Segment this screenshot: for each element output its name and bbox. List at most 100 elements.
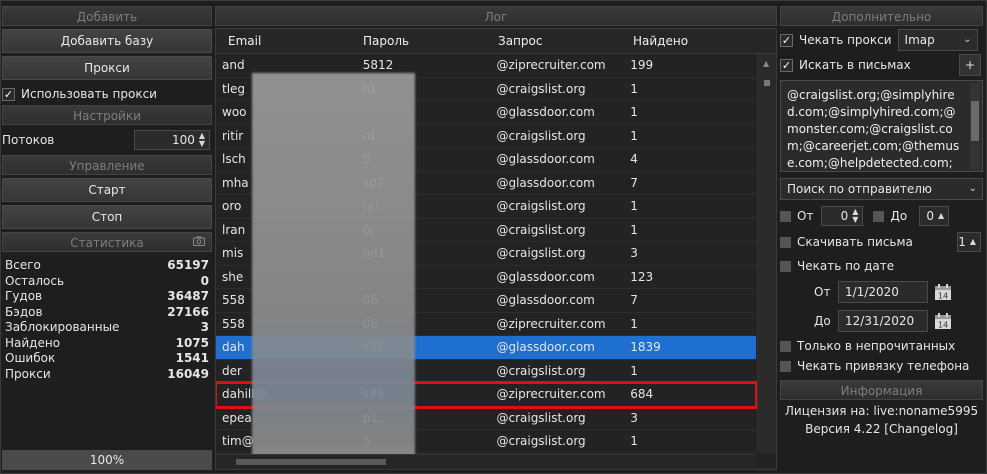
horizontal-scrollbar-thumb[interactable] bbox=[236, 459, 386, 465]
threads-stepper-icon[interactable]: ▲ ▼ bbox=[199, 132, 205, 148]
download-row: Скачивать письма 1 ▲ bbox=[780, 230, 983, 254]
cell-query: @craigslist.org bbox=[496, 81, 586, 96]
progress-bar: 100% bbox=[2, 450, 212, 470]
cell-query: @glassdoor.com bbox=[496, 152, 595, 166]
cell-found: 3 bbox=[630, 246, 638, 260]
search-mode-dropdown[interactable]: Поиск по отправителю ⌄ bbox=[780, 178, 983, 200]
log-panel: Лог Email Пароль Запрос Найдено and 5812 @zip… bbox=[215, 6, 777, 470]
cell-query: @craigslist.org bbox=[496, 434, 586, 448]
horizontal-scrollbar[interactable] bbox=[216, 454, 756, 469]
cell-found: 684 bbox=[630, 387, 654, 401]
threads-value: 100 bbox=[171, 133, 195, 147]
version-link[interactable]: Версия 4.22 [Changelog] bbox=[780, 420, 983, 438]
cell-query: @craigslist.org bbox=[496, 199, 586, 213]
download-checkbox[interactable] bbox=[780, 236, 791, 248]
stats-header-label: Статистика bbox=[70, 236, 144, 250]
check-proxy-checkbox[interactable]: ✓ bbox=[780, 33, 793, 47]
column-header-email[interactable]: Email bbox=[216, 29, 351, 53]
date-from-row: От 1/1/2020 14 bbox=[780, 278, 983, 306]
cell-query: @ziprecruiter.com bbox=[496, 387, 606, 401]
date-to-label: До bbox=[814, 314, 831, 328]
cell-query: @glassdoor.com bbox=[496, 105, 595, 119]
download-spinbox[interactable]: 1 ▲ bbox=[957, 232, 981, 252]
stats-value: 65197 bbox=[167, 258, 209, 272]
search-in-mail-row: ✓ Искать в письмах + bbox=[780, 54, 983, 76]
to-checkbox[interactable] bbox=[873, 210, 885, 222]
column-header-query[interactable]: Запрос bbox=[486, 29, 621, 53]
check-by-date-checkbox[interactable] bbox=[780, 260, 791, 272]
stats-label: Заблокированные bbox=[5, 320, 120, 334]
use-proxy-label: Использовать прокси bbox=[21, 87, 157, 101]
cell-query: @craigslist.org bbox=[496, 222, 586, 237]
cell-found: 1 bbox=[630, 81, 638, 96]
threads-spinbox[interactable]: 100 ▲ ▼ bbox=[134, 130, 210, 150]
date-to-value: 12/31/2020 bbox=[845, 314, 915, 328]
calendar-icon[interactable]: 14 bbox=[934, 283, 952, 301]
scrollbar-thumb[interactable] bbox=[764, 80, 770, 86]
use-proxy-checkbox[interactable]: ✓ bbox=[2, 87, 15, 101]
cell-query: @glassdoor.com bbox=[496, 340, 595, 354]
check-by-date-row: Чекать по дате bbox=[780, 254, 983, 278]
from-checkbox[interactable] bbox=[780, 210, 791, 222]
add-domain-button[interactable]: + bbox=[959, 54, 981, 76]
options-section-header: Дополнительно bbox=[780, 6, 983, 26]
cell-found: 3 bbox=[630, 410, 638, 425]
cell-found: 7 bbox=[630, 175, 638, 190]
download-stepper-icon[interactable]: ▲ bbox=[970, 238, 976, 246]
stop-button[interactable]: Стоп bbox=[2, 205, 212, 229]
date-to-field[interactable]: 12/31/2020 bbox=[838, 310, 928, 332]
log-table[interactable]: Email Пароль Запрос Найдено and 5812 @ziprecr… bbox=[215, 28, 777, 470]
options-panel: Дополнительно ✓ Чекать прокси Imap ⌄ ✓ И… bbox=[780, 6, 983, 470]
column-header-found[interactable]: Найдено bbox=[621, 29, 756, 53]
stats-row: Заблокированные 3 bbox=[5, 320, 209, 336]
stats-row: Осталось 0 bbox=[5, 274, 209, 290]
unread-only-checkbox[interactable] bbox=[780, 340, 791, 352]
add-base-button[interactable]: Добавить базу bbox=[2, 29, 212, 53]
use-proxy-row[interactable]: ✓ Использовать прокси bbox=[2, 83, 212, 105]
to-stepper-icon[interactable]: ▲ bbox=[938, 212, 944, 220]
stats-list: Всего 65197 Осталось 0 Гудов 36487 Бэдов 27166 З… bbox=[2, 258, 212, 382]
date-from-label: От bbox=[814, 285, 831, 299]
phone-bind-checkbox[interactable] bbox=[780, 360, 791, 372]
search-in-mail-checkbox[interactable]: ✓ bbox=[780, 58, 793, 72]
protocol-dropdown[interactable]: Imap ⌄ bbox=[897, 29, 978, 51]
date-to-row: До 12/31/2020 14 bbox=[780, 306, 983, 336]
phone-bind-label: Чекать привязку телефона bbox=[797, 359, 970, 373]
scroll-up-icon[interactable]: ▲ bbox=[763, 59, 769, 68]
svg-text:14: 14 bbox=[938, 292, 948, 301]
search-domains-text: @craigslist.org;@simplyhired.com;@simply… bbox=[787, 88, 960, 170]
cell-query: @glassdoor.com bbox=[496, 269, 595, 284]
start-button[interactable]: Старт bbox=[2, 178, 212, 202]
cell-query: @glassdoor.com bbox=[496, 293, 595, 307]
cell-found: 7 bbox=[630, 293, 638, 307]
from-label: От bbox=[797, 209, 814, 223]
from-spinbox[interactable]: 0 ▲ ▼ bbox=[821, 206, 864, 226]
stats-label: Найдено bbox=[5, 335, 61, 350]
cell-query: @craigslist.org bbox=[496, 410, 586, 425]
from-stepper-icon[interactable]: ▲ ▼ bbox=[852, 208, 858, 224]
cell-query: @craigslist.org bbox=[496, 246, 586, 260]
stats-label: Гудов bbox=[5, 289, 43, 303]
svg-text:14: 14 bbox=[938, 321, 948, 330]
check-proxy-label: Чекать прокси bbox=[799, 33, 892, 47]
calendar-icon[interactable]: 14 bbox=[934, 312, 952, 330]
stats-label: Ошибок bbox=[5, 351, 56, 365]
proxy-button[interactable]: Прокси bbox=[2, 56, 212, 80]
threads-label: Потоков bbox=[2, 133, 55, 147]
stats-row: Гудов 36487 bbox=[5, 289, 209, 305]
to-label: До bbox=[890, 209, 908, 223]
cell-found: 4 bbox=[630, 152, 638, 166]
threads-row: Потоков 100 ▲ ▼ bbox=[2, 125, 212, 155]
column-header-password[interactable]: Пароль bbox=[351, 29, 486, 53]
stats-label: Прокси bbox=[5, 366, 51, 381]
date-from-field[interactable]: 1/1/2020 bbox=[838, 281, 928, 303]
stats-label: Бэдов bbox=[5, 304, 43, 319]
cell-query: @ziprecruiter.com bbox=[496, 316, 606, 331]
textarea-scrollbar[interactable] bbox=[970, 83, 980, 169]
stats-row: Всего 65197 bbox=[5, 258, 209, 274]
vertical-scrollbar[interactable]: ▲ bbox=[757, 54, 776, 453]
to-spinbox[interactable]: 0 ▲ bbox=[919, 206, 950, 226]
camera-icon[interactable] bbox=[193, 236, 205, 246]
search-domains-textarea[interactable]: @craigslist.org;@simplyhired.com;@simply… bbox=[780, 80, 983, 172]
log-section-header: Лог bbox=[215, 6, 777, 26]
